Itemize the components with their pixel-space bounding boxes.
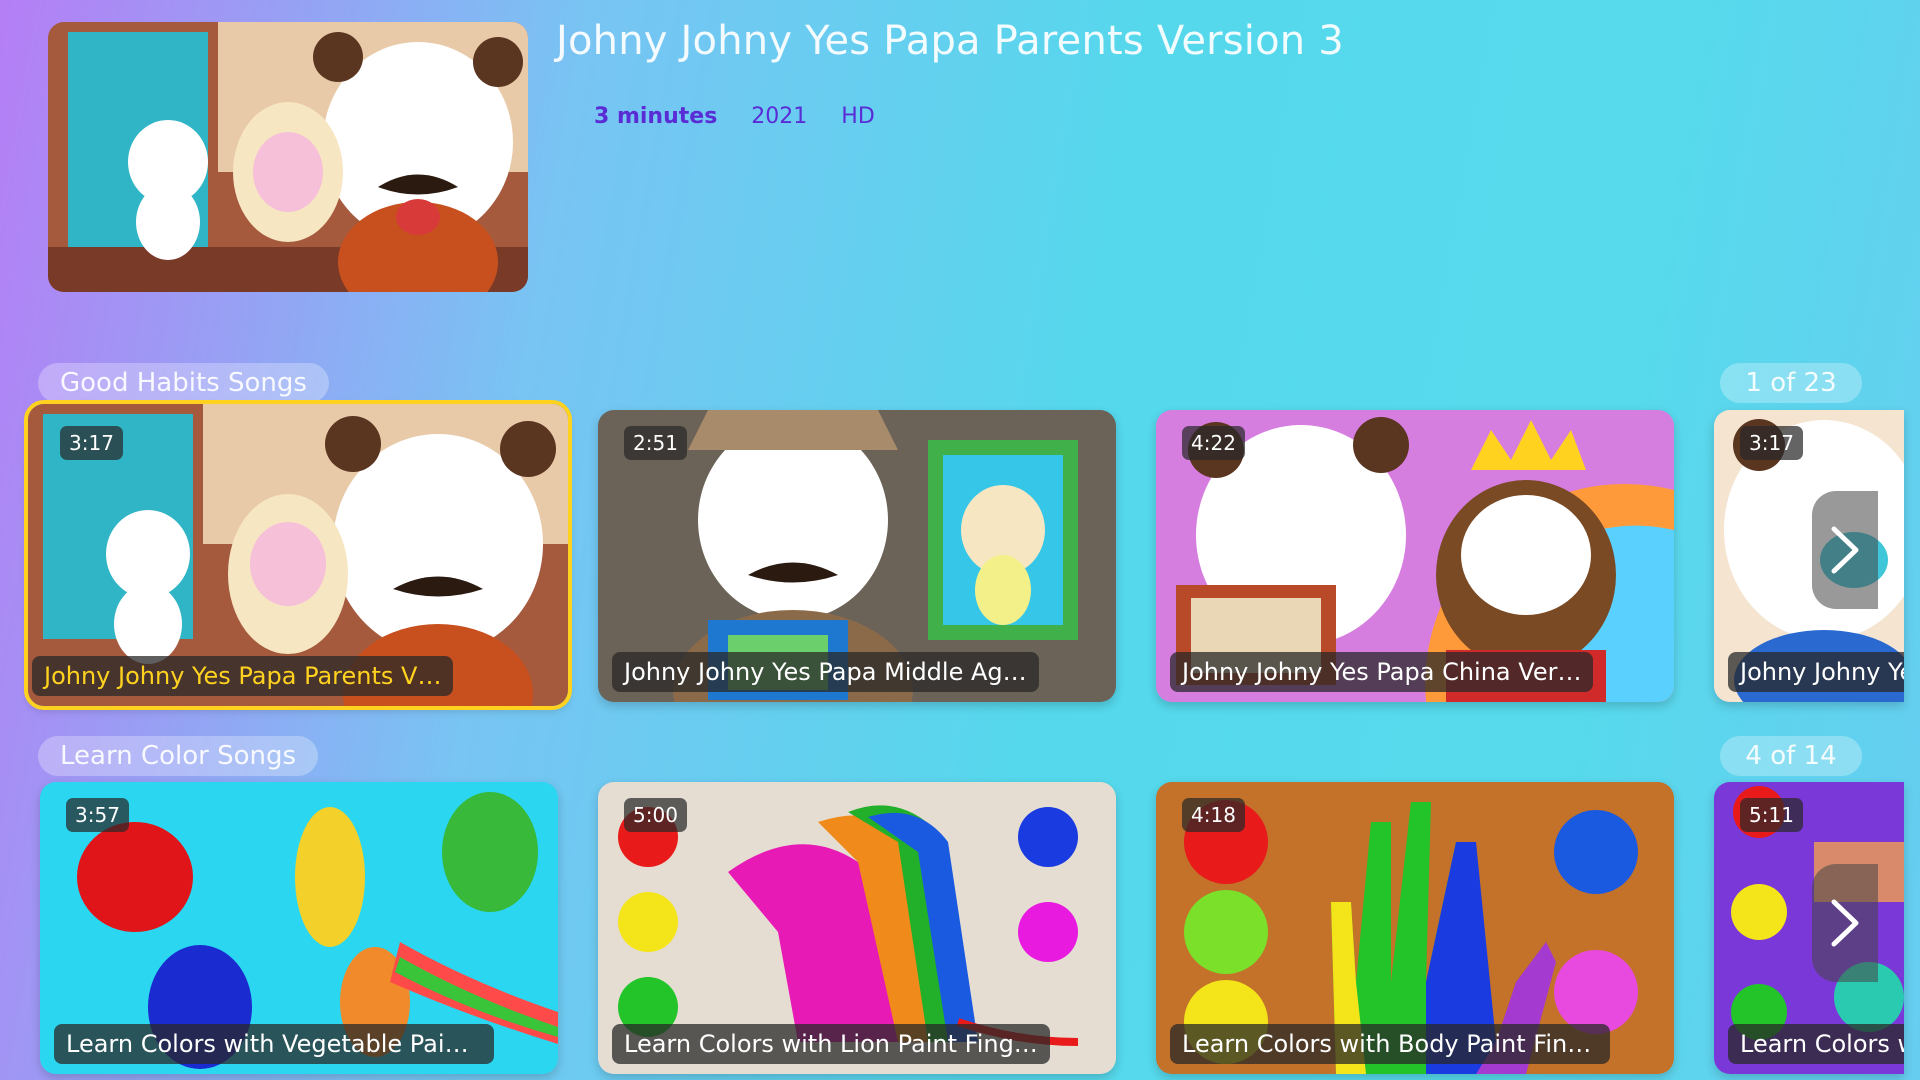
duration-badge: 2:51	[624, 426, 687, 460]
video-title: Johny Johny Yes Papa Middle Ag…	[612, 652, 1039, 692]
video-card[interactable]: 5:00 Learn Colors with Lion Paint Fing…	[598, 782, 1116, 1074]
duration-badge: 5:00	[624, 798, 687, 832]
video-card[interactable]: 2:51 Johny Johny Yes Papa Middle Ag…	[598, 410, 1116, 702]
video-card[interactable]: 3:57 Learn Colors with Vegetable Paint…	[40, 782, 558, 1074]
video-title: Learn Colors w	[1728, 1024, 1904, 1064]
video-title: Johny Johny Yes Papa Parents V…	[32, 656, 454, 696]
chevron-right-icon	[1831, 526, 1859, 574]
duration-badge: 4:18	[1182, 798, 1245, 832]
chevron-right-icon	[1831, 899, 1859, 947]
duration-badge: 3:17	[60, 426, 123, 460]
video-card[interactable]: 3:17 Johny Johny Yes Papa Parents V…	[24, 400, 572, 710]
video-title: Johny Johny Yes Papa China Ver…	[1170, 652, 1594, 692]
duration-badge: 5:11	[1740, 798, 1803, 832]
hero-meta: 3 minutes 2021 HD	[594, 104, 875, 129]
duration-badge: 3:17	[1740, 426, 1803, 460]
hero-duration: 3 minutes	[594, 104, 718, 129]
row-next-button[interactable]	[1812, 864, 1878, 982]
row-next-button[interactable]	[1812, 491, 1878, 609]
duration-badge: 3:57	[66, 798, 129, 832]
row-label-good-habits: Good Habits Songs	[38, 363, 329, 403]
duration-badge: 4:22	[1182, 426, 1245, 460]
row-label-learn-color: Learn Color Songs	[38, 736, 319, 776]
video-card[interactable]: 4:18 Learn Colors with Body Paint Fing…	[1156, 782, 1674, 1074]
hero-year: 2021	[751, 104, 808, 129]
video-title: Learn Colors with Body Paint Fing…	[1170, 1024, 1610, 1064]
video-card[interactable]: 4:22 Johny Johny Yes Papa China Ver…	[1156, 410, 1674, 702]
video-title: Learn Colors with Vegetable Paint…	[54, 1024, 494, 1064]
hero-thumbnail-image	[48, 22, 528, 292]
hero-title: Johny Johny Yes Papa Parents Version 3	[556, 18, 1344, 64]
video-title: Johny Johny Ye	[1728, 652, 1904, 692]
hero-thumbnail[interactable]	[48, 22, 528, 292]
row-counter-good-habits: 1 of 23	[1720, 363, 1862, 403]
row-counter-learn-color: 4 of 14	[1720, 736, 1862, 776]
hero-quality: HD	[841, 104, 875, 129]
video-title: Learn Colors with Lion Paint Fing…	[612, 1024, 1050, 1064]
